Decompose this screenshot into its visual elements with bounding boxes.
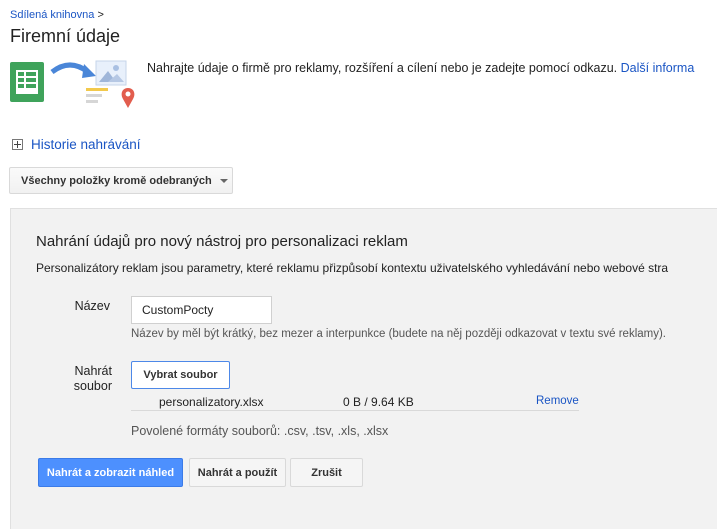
expand-plus-icon[interactable]: [12, 139, 23, 150]
file-size: 0 B / 9.64 KB: [343, 395, 414, 409]
filter-dropdown-label: Všechny položky kromě odebraných: [21, 174, 212, 187]
name-hint: Název by měl být krátký, bez mezer a int…: [131, 328, 667, 340]
panel-title: Nahrání údajů pro nový nástroj pro perso…: [36, 233, 408, 250]
upload-apply-button[interactable]: Nahrát a použít: [189, 458, 286, 487]
filter-dropdown[interactable]: Všechny položky kromě odebraných: [9, 167, 233, 194]
upload-history-toggle[interactable]: Historie nahrávání: [12, 137, 141, 152]
upload-preview-button[interactable]: Nahrát a zobrazit náhled: [38, 458, 183, 487]
dropdown-caret-icon: [219, 178, 228, 183]
breadcrumb: Sdílená knihovna >: [10, 9, 104, 21]
intro-text: Nahrajte údaje o firmě pro reklamy, rozš…: [147, 61, 694, 75]
name-input[interactable]: [131, 296, 272, 324]
upload-history-link[interactable]: Historie nahrávání: [31, 137, 141, 152]
panel-description: Personalizátory reklam jsou parametry, k…: [36, 261, 669, 275]
intro-description: Nahrajte údaje o firmě pro reklamy, rozš…: [147, 61, 618, 75]
upload-illustration: [10, 58, 138, 114]
spreadsheet-to-map-icon: [10, 60, 135, 108]
upload-file-label-line2: soubor: [73, 379, 112, 393]
breadcrumb-separator: >: [97, 9, 104, 21]
upload-file-label: Nahrát soubor: [50, 364, 112, 394]
choose-file-button[interactable]: Vybrat soubor: [131, 361, 230, 389]
upload-file-label-line1: Nahrát: [74, 364, 112, 378]
file-name: personalizatory.xlsx: [159, 395, 264, 409]
breadcrumb-link-shared-library[interactable]: Sdílená knihovna: [10, 9, 94, 21]
cancel-button[interactable]: Zrušit: [290, 458, 363, 487]
remove-file-link[interactable]: Remove: [536, 395, 579, 407]
allowed-formats: Povolené formáty souborů: .csv, .tsv, .x…: [131, 424, 389, 438]
page-title: Firemní údaje: [10, 26, 121, 46]
name-label: Název: [74, 299, 110, 313]
learn-more-link[interactable]: Další informa: [621, 61, 695, 75]
